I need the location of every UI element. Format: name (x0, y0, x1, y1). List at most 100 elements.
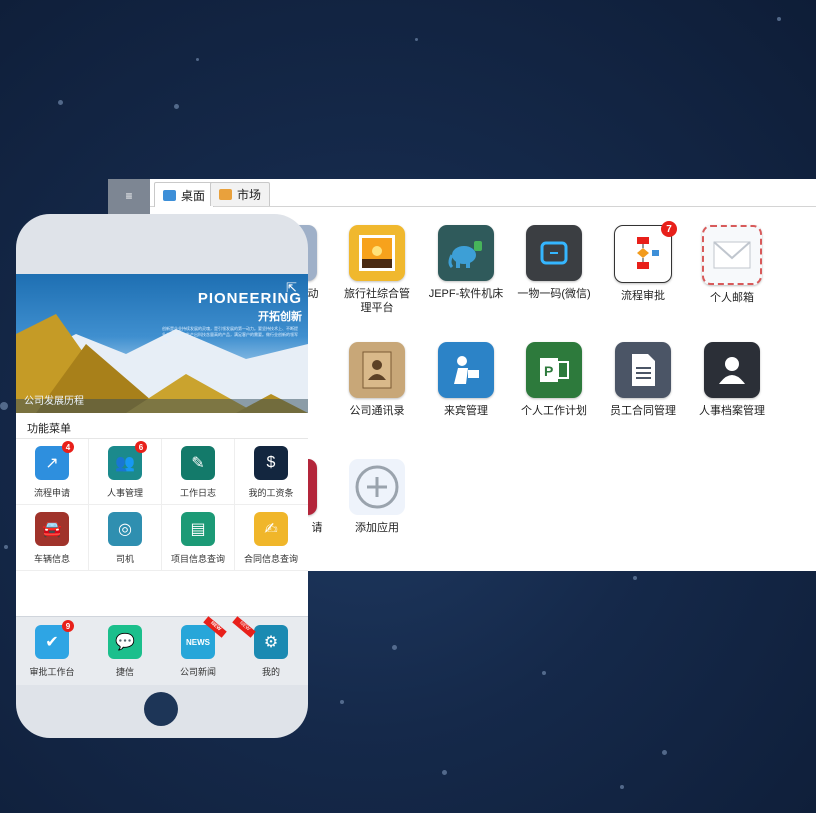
menu-label: 我的工资条 (248, 488, 294, 498)
star (415, 38, 418, 41)
banner-text: 创新是企业持续发展的灵魂，是引领发展的第一动力。要坚持技术上、不断提升产品水平，… (162, 326, 298, 343)
star (620, 785, 624, 789)
notification-badge: 4 (62, 441, 74, 453)
menu-label: 人事管理 (106, 488, 143, 498)
app-label: 添加应用 (355, 522, 399, 534)
menu-item[interactable]: ▤ 项目信息查询 (162, 512, 234, 565)
tab-label: 桌面 (181, 188, 206, 203)
star (392, 645, 397, 650)
app-tile[interactable]: 一物一码(微信) (504, 225, 604, 301)
edit-icon: ✍ (254, 512, 288, 546)
star (442, 770, 447, 775)
banner-subtitle: 开拓创新 (258, 311, 302, 323)
dock-item[interactable]: ✔ 9 审批工作台 (16, 620, 88, 678)
dock-label: 我的 (261, 667, 280, 677)
app-tile[interactable]: JEPF-软件机床 (416, 225, 516, 301)
menu-label: 流程申请 (33, 488, 70, 498)
plus-circle-icon (349, 459, 405, 515)
chat-icon: 💬 (108, 625, 142, 659)
dock-label: 审批工作台 (29, 667, 75, 677)
tab-label: 市场 (237, 188, 262, 202)
gears-icon: ⚙ NEW (232, 616, 288, 659)
menu-item[interactable]: 👥 6 人事管理 (89, 441, 161, 499)
divider (16, 570, 308, 571)
bottom-dock: ✔ 9 审批工作台 💬 捷信 NEWS NEW 公司新闻 ⚙ NEW 我的 (16, 616, 308, 685)
menu-item[interactable]: $ 我的工资条 (235, 446, 307, 499)
app-tile[interactable]: 旅行社综合管理平台 (327, 225, 427, 315)
dock-label: 公司新闻 (179, 667, 216, 677)
tab-market[interactable]: 市场 (210, 182, 271, 206)
tab-desktop[interactable]: 桌面 (154, 182, 215, 207)
flowchart-icon: 7 (614, 221, 677, 283)
news-icon: NEWS NEW (181, 616, 227, 659)
address-book-icon (349, 342, 405, 398)
menu-label: 项目信息查询 (170, 554, 225, 564)
home-button[interactable] (144, 692, 178, 726)
dock-item[interactable]: 💬 捷信 (89, 625, 161, 678)
pen-icon: ✎ (181, 446, 215, 480)
menu-item[interactable]: 🚘 车辆信息 (16, 512, 88, 565)
app-tile[interactable]: 个人邮箱 (682, 225, 782, 305)
money-bag-icon: $ (254, 446, 288, 480)
banner-image: ⇱ PIONEERING 开拓创新 创新是企业持续发展的灵魂，是引领发展的第一动… (16, 274, 308, 413)
menu-item[interactable]: ↗ 4 流程申请 (16, 441, 88, 499)
app-label: 个人工作计划 (521, 405, 587, 417)
add-app-button[interactable]: 添加应用 (327, 459, 427, 535)
app-label: 来宾管理 (444, 405, 488, 417)
app-tile[interactable]: 人事档案管理 (682, 342, 782, 418)
menu-label: 司机 (115, 554, 134, 564)
app-tile[interactable]: 员工合同管理 (593, 342, 693, 418)
app-tile[interactable]: 来宾管理 (416, 342, 516, 418)
visitor-icon (438, 342, 494, 398)
check-icon: ✔ 9 (35, 620, 74, 659)
section-title: 功能菜单 (27, 423, 71, 435)
menu-item[interactable]: ✎ 工作日志 (162, 446, 234, 499)
divider (161, 439, 162, 571)
monitor-icon (163, 189, 176, 201)
menu-item[interactable]: ✍ 合同信息查询 (235, 512, 307, 565)
star (662, 750, 667, 755)
star (633, 576, 637, 580)
star (777, 17, 781, 21)
star (174, 104, 179, 109)
dock-item[interactable]: NEWS NEW 公司新闻 (162, 616, 234, 678)
divider (234, 439, 235, 571)
notification-badge: 6 (135, 441, 147, 453)
app-tile[interactable]: 公司通讯录 (327, 342, 427, 418)
star (58, 100, 63, 105)
people-icon: 👥 6 (108, 441, 147, 480)
app-label: JEPF-软件机床 (428, 288, 504, 300)
app-label: 旅行社综合管理平台 (344, 288, 410, 314)
project-icon: P (526, 342, 582, 398)
app-label: 流程审批 (621, 290, 665, 302)
document-icon (615, 342, 671, 398)
svg-text:P: P (544, 363, 553, 379)
banner-caption: 公司发展历程 (24, 396, 84, 407)
tab-bar: 桌面 市场 (150, 179, 816, 207)
steering-wheel-icon: ◎ (108, 512, 142, 546)
dock-label: 捷信 (115, 667, 134, 677)
dock-item[interactable]: ⚙ NEW 我的 (232, 616, 307, 678)
menu-item[interactable]: ◎ 司机 (89, 512, 161, 565)
star (196, 58, 199, 61)
notification-badge: 7 (661, 221, 677, 237)
app-tile[interactable]: 7 流程审批 (593, 221, 693, 303)
app-label: 员工合同管理 (610, 405, 676, 417)
banner-title: PIONEERING (197, 290, 302, 307)
menu-label: 车辆信息 (33, 554, 70, 564)
divider (16, 438, 308, 439)
file-icon: ▤ (181, 512, 215, 546)
menu-label: 工作日志 (179, 488, 216, 498)
app-label: 个人邮箱 (710, 292, 754, 304)
app-label: 一物一码(微信) (517, 288, 591, 300)
envelope-icon (702, 225, 762, 285)
divider (88, 439, 89, 571)
app-label: 人事档案管理 (699, 405, 765, 417)
phone-mockup: ⇱ PIONEERING 开拓创新 创新是企业持续发展的灵魂，是引领发展的第一动… (16, 214, 308, 738)
elephant-icon (438, 225, 494, 281)
app-tile[interactable]: P 个人工作计划 (504, 342, 604, 418)
star (0, 402, 8, 410)
notification-badge: 9 (62, 620, 74, 632)
photo-icon (349, 225, 405, 281)
divider (16, 504, 308, 505)
